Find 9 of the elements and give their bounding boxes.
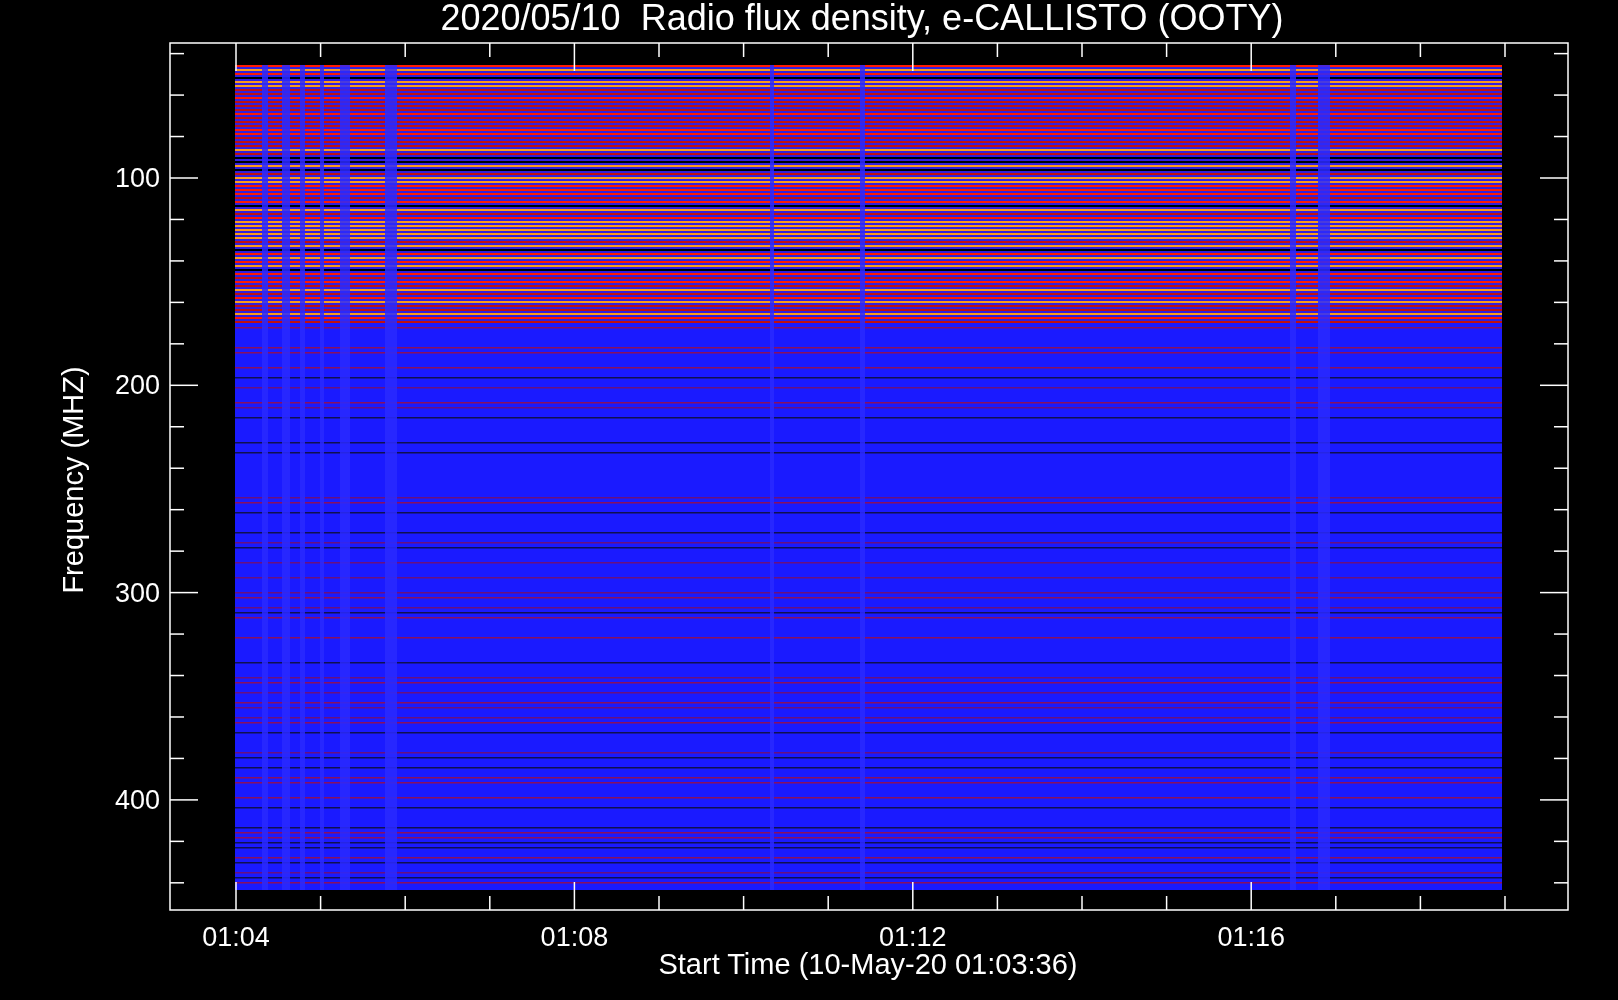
x-tick-label: 01:16 <box>1217 922 1285 952</box>
y-tick-label: 200 <box>114 370 160 401</box>
chart-title: 2020/05/10 Radio flux density, e-CALLISTO (OOTY) <box>440 0 1284 38</box>
x-tick-label: 01:08 <box>540 922 609 952</box>
x-tick-label: 01:04 <box>202 922 270 952</box>
y-tick-label: 300 <box>114 577 160 608</box>
y-axis-label: Frequency (MHZ) <box>57 366 89 594</box>
y-tick-label: 400 <box>114 784 160 815</box>
y-tick-label: 100 <box>114 163 160 193</box>
